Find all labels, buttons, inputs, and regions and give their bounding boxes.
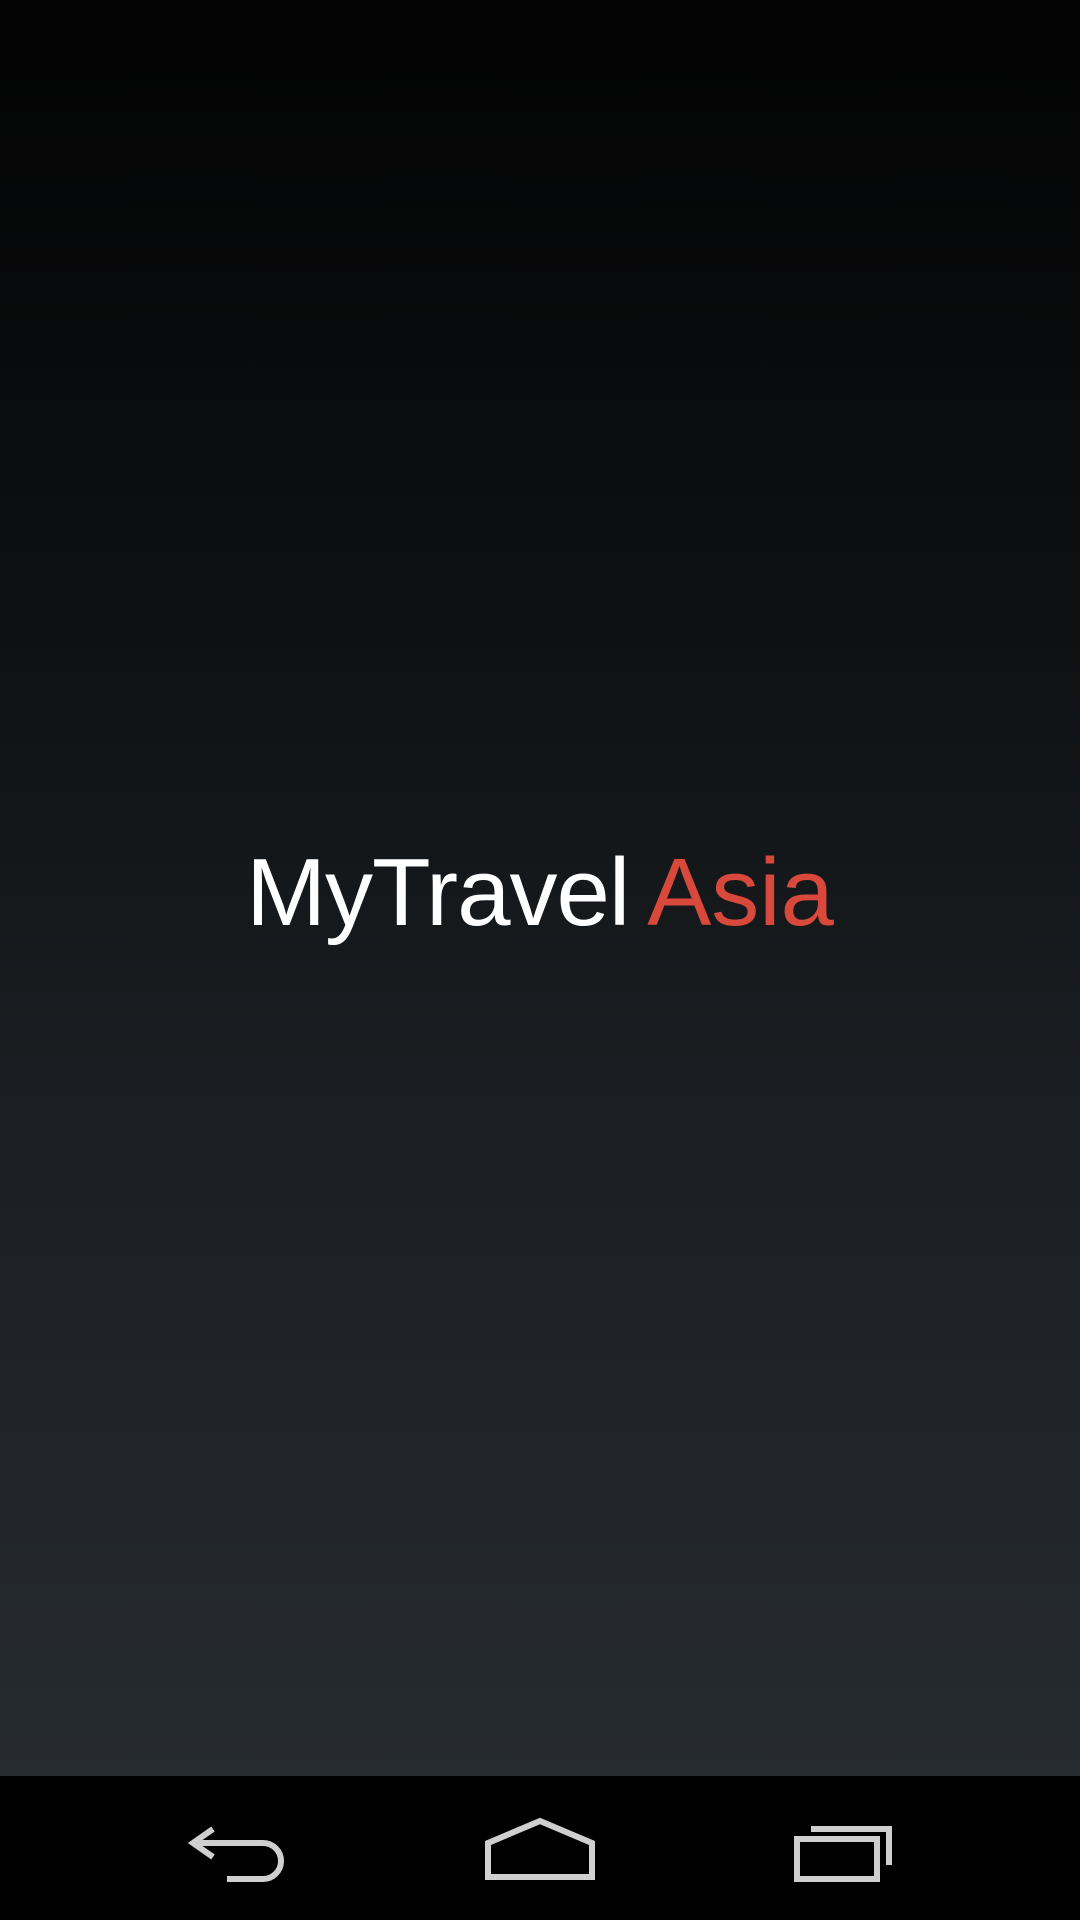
home-button[interactable]: [460, 1776, 620, 1920]
app-title-primary: MyTravel: [246, 839, 630, 946]
app-title: MyTravel Asia: [0, 838, 1080, 948]
recent-apps-button[interactable]: [764, 1776, 924, 1920]
recent-apps-icon: [794, 1826, 892, 1882]
system-navigation-bar: [0, 1776, 1080, 1920]
home-icon: [485, 1817, 595, 1880]
splash-screen: MyTravel Asia: [0, 0, 1080, 1776]
back-button[interactable]: [160, 1776, 320, 1920]
app-title-accent: Asia: [647, 839, 834, 946]
back-icon: [187, 1826, 284, 1882]
